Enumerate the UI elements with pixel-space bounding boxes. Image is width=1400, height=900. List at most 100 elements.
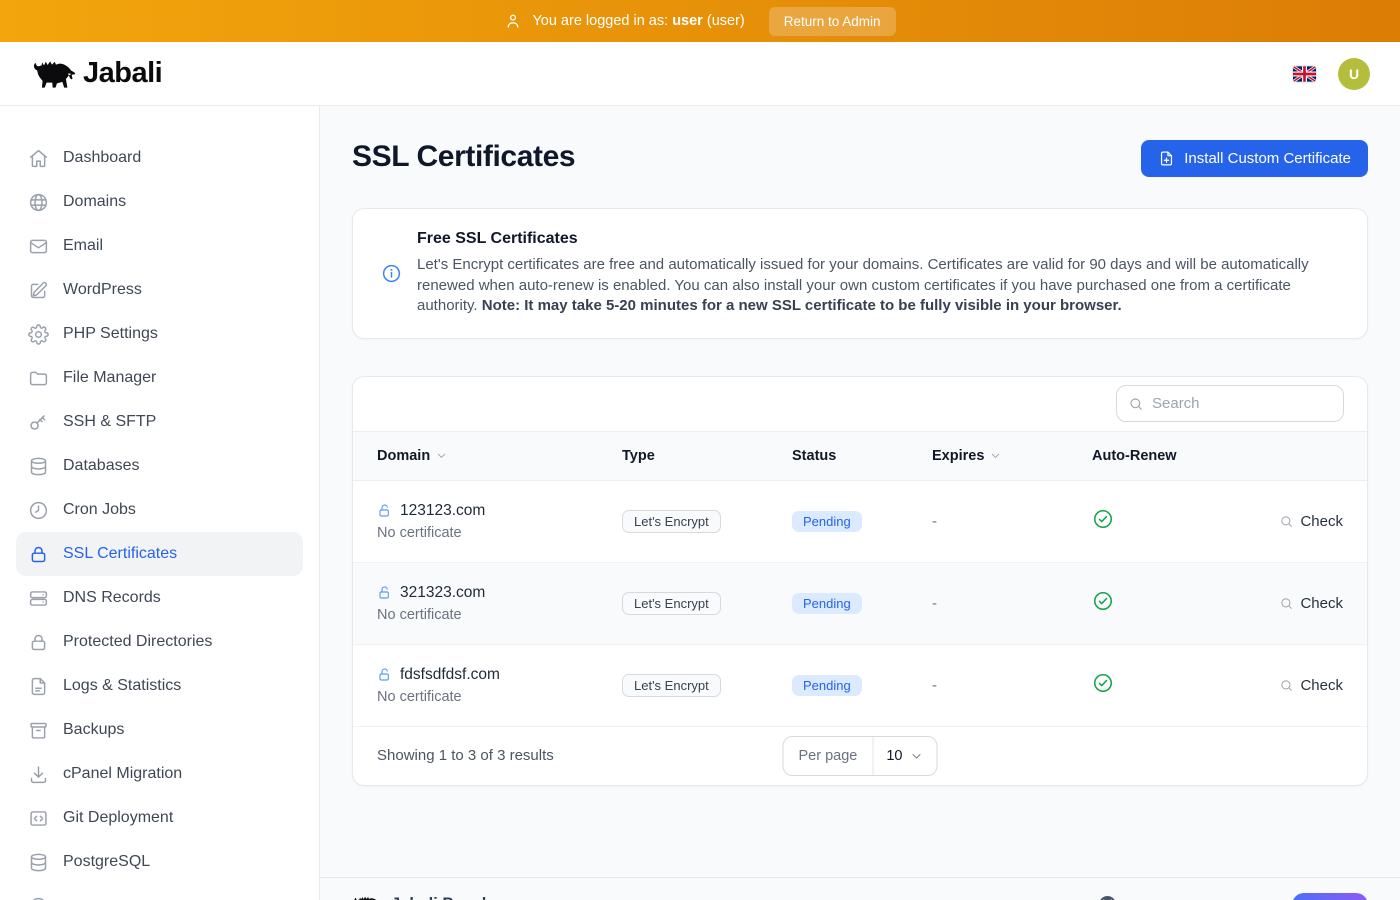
check-button[interactable]: Check	[1279, 595, 1343, 612]
table-row: 321323.com No certificate Let's Encrypt …	[353, 563, 1367, 645]
boar-icon	[352, 894, 382, 900]
document-plus-icon	[1158, 150, 1175, 167]
app-header: Jabali U	[0, 42, 1400, 106]
globe-icon	[28, 192, 49, 213]
check-button[interactable]: Check	[1279, 513, 1343, 530]
column-header-expires[interactable]: Expires	[932, 448, 1092, 464]
sidebar-item-dashboard[interactable]: Dashboard	[16, 136, 303, 180]
sidebar-item-git-deployment[interactable]: Git Deployment	[16, 796, 303, 840]
lock-icon	[28, 632, 49, 653]
auto-renew-check-icon[interactable]	[1092, 590, 1114, 612]
type-badge: Let's Encrypt	[622, 510, 721, 533]
domain-name: 321323.com	[377, 584, 622, 602]
results-summary: Showing 1 to 3 of 3 results	[377, 747, 554, 764]
return-to-admin-button[interactable]: Return to Admin	[769, 7, 896, 36]
column-header-auto-renew: Auto-Renew	[1092, 448, 1252, 464]
version-badge: v0.9-rc42	[1292, 893, 1368, 900]
sidebar-item-cpanel-migration[interactable]: cPanel Migration	[16, 752, 303, 796]
search-icon	[1128, 396, 1144, 412]
search-icon	[1279, 514, 1294, 529]
footer-brand: Jabali Panel	[352, 894, 486, 900]
status-badge: Pending	[792, 593, 862, 614]
impersonation-bar: You are logged in as: user (user) Return…	[0, 0, 1400, 42]
database-icon	[28, 852, 49, 873]
domain-name: fdsfsdfdsf.com	[377, 666, 622, 684]
certificate-subtitle: No certificate	[377, 689, 622, 705]
sidebar-item-postgresql[interactable]: PostgreSQL	[16, 840, 303, 884]
status-badge: Pending	[792, 511, 862, 532]
code-icon	[28, 808, 49, 829]
sidebar-item-protected-directories[interactable]: Protected Directories	[16, 620, 303, 664]
table-header: Domain Type Status Expires Auto-Renew	[353, 431, 1367, 481]
search-input[interactable]	[1152, 395, 1332, 412]
document-icon	[28, 676, 49, 697]
status-badge: Pending	[792, 675, 862, 696]
unlock-icon	[377, 667, 393, 683]
search-box	[1116, 385, 1344, 422]
auto-renew-check-icon[interactable]	[1092, 672, 1114, 694]
sidebar-item-ssh-sftp[interactable]: SSH & SFTP	[16, 400, 303, 444]
search-icon	[1279, 596, 1294, 611]
sidebar-item-cron-jobs[interactable]: Cron Jobs	[16, 488, 303, 532]
table-row: 123123.com No certificate Let's Encrypt …	[353, 481, 1367, 563]
gear-icon	[28, 324, 49, 345]
brand-name: Jabali	[83, 57, 162, 90]
chevron-down-icon	[910, 749, 924, 763]
domain-name: 123123.com	[377, 502, 622, 520]
per-page-select[interactable]: Per page 10	[783, 736, 938, 776]
pagination-bar: Showing 1 to 3 of 3 results Per page 10	[353, 727, 1367, 785]
home-icon	[28, 148, 49, 169]
sidebar-item-ssl-certificates[interactable]: SSL Certificates	[16, 532, 303, 576]
expires-value: -	[932, 595, 1092, 612]
sidebar-item-backups[interactable]: Backups	[16, 708, 303, 752]
archive-icon	[28, 720, 49, 741]
user-icon	[504, 12, 522, 30]
sidebar-item-databases[interactable]: Databases	[16, 444, 303, 488]
brand-logo[interactable]: Jabali	[30, 57, 162, 91]
unlock-icon	[377, 585, 393, 601]
info-box-body: Let's Encrypt certificates are free and …	[417, 255, 1339, 317]
sidebar: Dashboard Domains Email WordPress PHP Se…	[0, 106, 320, 900]
pencil-icon	[28, 280, 49, 301]
type-badge: Let's Encrypt	[622, 592, 721, 615]
expires-value: -	[932, 513, 1092, 530]
circle-icon	[28, 896, 49, 900]
info-icon	[381, 263, 402, 284]
chevron-down-icon	[989, 449, 1002, 462]
download-icon	[28, 764, 49, 785]
main-content: SSL Certificates Install Custom Certific…	[320, 106, 1400, 900]
footer-separator: •	[1177, 897, 1182, 900]
user-avatar[interactable]: U	[1338, 58, 1370, 90]
chevron-down-icon	[435, 449, 448, 462]
info-box-title: Free SSL Certificates	[417, 230, 1339, 248]
free-ssl-info-box: Free SSL Certificates Let's Encrypt cert…	[352, 208, 1368, 339]
folder-icon	[28, 368, 49, 389]
lock-icon	[28, 544, 49, 565]
column-header-status: Status	[792, 448, 932, 464]
github-icon	[1099, 896, 1116, 900]
sidebar-item-logs-statistics[interactable]: Logs & Statistics	[16, 664, 303, 708]
auto-renew-check-icon[interactable]	[1092, 508, 1114, 530]
check-button[interactable]: Check	[1279, 677, 1343, 694]
database-icon	[28, 456, 49, 477]
column-header-domain[interactable]: Domain	[377, 448, 622, 464]
sidebar-item-partial[interactable]	[16, 884, 303, 900]
install-custom-certificate-button[interactable]: Install Custom Certificate	[1141, 140, 1368, 177]
sidebar-item-email[interactable]: Email	[16, 224, 303, 268]
sidebar-item-domains[interactable]: Domains	[16, 180, 303, 224]
boar-icon	[30, 57, 76, 91]
github-link[interactable]: GitHub	[1099, 896, 1166, 900]
language-flag-icon[interactable]	[1293, 66, 1316, 82]
certificate-subtitle: No certificate	[377, 607, 622, 623]
unlock-icon	[377, 503, 393, 519]
certificate-subtitle: No certificate	[377, 525, 622, 541]
sidebar-item-php-settings[interactable]: PHP Settings	[16, 312, 303, 356]
certificates-table-card: Domain Type Status Expires Auto-Renew	[352, 376, 1368, 786]
sidebar-item-file-manager[interactable]: File Manager	[16, 356, 303, 400]
impersonation-message: You are logged in as: user (user)	[532, 13, 744, 29]
footer-copyright: © 2026 Jabali	[1194, 897, 1280, 900]
column-header-type: Type	[622, 448, 792, 464]
mail-icon	[28, 236, 49, 257]
sidebar-item-dns-records[interactable]: DNS Records	[16, 576, 303, 620]
sidebar-item-wordpress[interactable]: WordPress	[16, 268, 303, 312]
